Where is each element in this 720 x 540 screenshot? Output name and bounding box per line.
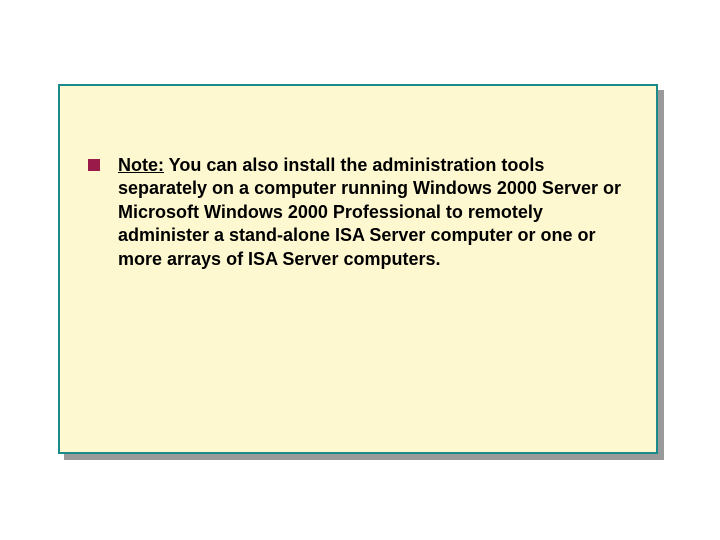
note-label: Note:: [118, 155, 164, 175]
bullet-text: Note: You can also install the administr…: [118, 154, 622, 271]
bullet-item: Note: You can also install the administr…: [88, 154, 622, 271]
note-body: You can also install the administration …: [118, 155, 621, 269]
slide: Note: You can also install the administr…: [0, 0, 720, 540]
square-bullet-icon: [88, 159, 100, 171]
